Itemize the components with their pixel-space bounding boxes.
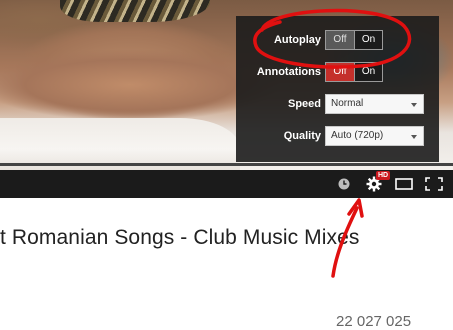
video-title: t Romanian Songs - Club Music Mixes <box>0 226 360 249</box>
annotations-off-option[interactable]: Off <box>326 63 354 81</box>
settings-menu: Autoplay Off On Annotations Off On Speed… <box>236 16 439 162</box>
view-count: 22 027 025 <box>336 313 412 330</box>
theater-mode-icon[interactable] <box>395 178 413 190</box>
quality-select[interactable]: Auto (720p) <box>325 126 424 146</box>
chevron-down-icon <box>411 103 417 107</box>
annotations-row: Annotations Off On <box>236 62 439 84</box>
annotations-label: Annotations <box>256 66 321 78</box>
autoplay-label: Autoplay <box>273 34 321 46</box>
video-frame-hair <box>60 0 210 22</box>
autoplay-row: Autoplay Off On <box>236 30 439 52</box>
quality-label: Quality <box>283 130 321 142</box>
annotations-toggle[interactable]: Off On <box>325 62 383 82</box>
speed-value: Normal <box>331 98 364 109</box>
autoplay-on-option[interactable]: On <box>354 31 382 49</box>
progress-bar[interactable] <box>0 163 453 166</box>
hd-badge: HD <box>376 171 391 180</box>
autoplay-toggle[interactable]: Off On <box>325 30 383 50</box>
fullscreen-icon[interactable] <box>425 177 443 191</box>
video-player[interactable]: Autoplay Off On Annotations Off On Speed… <box>0 0 453 170</box>
speed-label: Speed <box>287 98 321 110</box>
speed-select[interactable]: Normal <box>325 94 424 114</box>
quality-value: Auto (720p) <box>331 130 384 141</box>
speed-row: Speed Normal <box>236 94 439 116</box>
chevron-down-icon <box>411 135 417 139</box>
clock-icon[interactable] <box>338 178 350 190</box>
annotations-on-option[interactable]: On <box>354 63 382 81</box>
autoplay-off-option[interactable]: Off <box>326 31 354 49</box>
quality-row: Quality Auto (720p) <box>236 126 439 148</box>
